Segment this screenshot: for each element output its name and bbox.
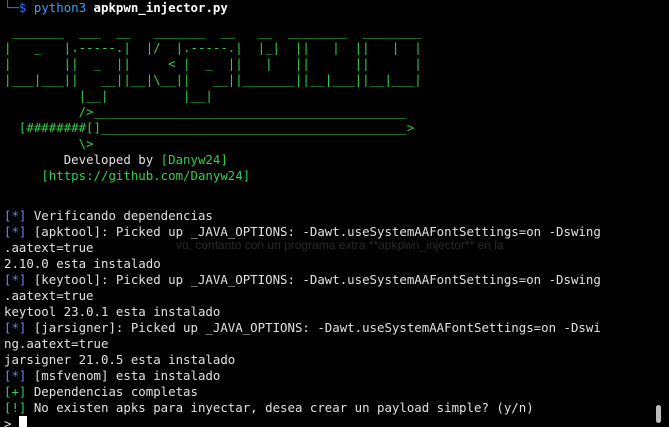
output-line: .aatext=true	[4, 288, 650, 304]
command-line: └─$ python3 apkpwn_injector.py	[4, 0, 650, 16]
ascii-banner: _______ ___ __ _______ __ __ ________ __…	[4, 24, 650, 152]
output-text: [jarsigner]: Picked up _JAVA_OPTIONS: -D…	[26, 320, 601, 335]
output-text: [keytool]: Picked up _JAVA_OPTIONS: -Daw…	[26, 272, 601, 287]
banner-line: | || _ || < | _ || | || || |	[4, 56, 422, 71]
output-text: jarsigner 21.0.5 esta instalado	[4, 352, 236, 367]
banner-line: | _ |.-----.| |/ |.-----.| |_| || | || |…	[4, 40, 422, 55]
output-line: [*] Verificando dependencias	[4, 208, 650, 224]
output-text: .aatext=true	[4, 288, 94, 303]
status-tag: [*]	[4, 320, 27, 335]
output-line: ng.aatext=true	[4, 336, 650, 352]
banner-line: [########[]_____________________________…	[4, 120, 415, 135]
output-line: [!] No existen apks para inyectar, desea…	[4, 400, 650, 416]
output-text: Dependencias completas	[26, 384, 198, 399]
terminal-content: └─$ python3 apkpwn_injector.py _______ _…	[4, 0, 650, 427]
banner-line: |___|___|| __||__|\__|| __||_______||__|…	[4, 72, 422, 87]
prompt-symbol: └─$	[4, 0, 27, 15]
banner-line: _______ ___ __ _______ __ __ ________ __…	[4, 24, 422, 39]
developer-url-line: [https://github.com/Danyw24]	[4, 168, 650, 184]
developer-prefix: Developed by	[63, 152, 161, 167]
input-prompt: >	[4, 416, 19, 427]
banner-line: \>	[4, 136, 94, 151]
terminal-window[interactable]: vo, contanto con un programa extra **apk…	[0, 0, 669, 427]
status-tag: [!]	[4, 400, 27, 415]
command-name: python3	[33, 0, 87, 15]
text-cursor[interactable]	[18, 416, 27, 427]
output-line: [*] [jarsigner]: Picked up _JAVA_OPTIONS…	[4, 320, 650, 336]
output-line: [*] [msfvenom] esta instalado	[4, 368, 650, 384]
output-text: ng.aatext=true	[4, 336, 109, 351]
output-line: keytool 23.0.1 esta instalado	[4, 304, 650, 320]
output-text: 2.10.0 esta instalado	[4, 256, 161, 271]
developer-line: Developed by [Danyw24]	[4, 152, 650, 168]
status-tag: [*]	[4, 224, 27, 239]
scrollbar-thumb[interactable]	[656, 405, 661, 423]
banner-line: />______________________________________…	[4, 104, 407, 119]
output-text: No existen apks para inyectar, desea cre…	[26, 400, 534, 415]
status-tag: [*]	[4, 272, 27, 287]
input-line[interactable]: >	[4, 416, 650, 427]
output-text: [msfvenom] esta instalado	[26, 368, 221, 383]
output-text: Verificando dependencias	[26, 208, 213, 223]
output-line: 2.10.0 esta instalado	[4, 256, 650, 272]
status-tag: [*]	[4, 368, 27, 383]
output-line: [+] Dependencias completas	[4, 384, 650, 400]
output-text: .aatext=true	[4, 240, 94, 255]
status-tag: [*]	[4, 208, 27, 223]
script-name: apkpwn_injector.py	[93, 0, 228, 15]
developer-url: [https://github.com/Danyw24]	[41, 168, 251, 183]
output-line: [*] [keytool]: Picked up _JAVA_OPTIONS: …	[4, 272, 650, 288]
developer-name: [Danyw24]	[160, 152, 228, 167]
output-text: [apktool]: Picked up _JAVA_OPTIONS: -Daw…	[26, 224, 601, 239]
status-tag: [+]	[4, 384, 27, 399]
output-line: jarsigner 21.0.5 esta instalado	[4, 352, 650, 368]
output-text: keytool 23.0.1 esta instalado	[4, 304, 221, 319]
banner-line: |__| |__|	[4, 88, 213, 103]
output-line: .aatext=true	[4, 240, 650, 256]
output-line: [*] [apktool]: Picked up _JAVA_OPTIONS: …	[4, 224, 650, 240]
